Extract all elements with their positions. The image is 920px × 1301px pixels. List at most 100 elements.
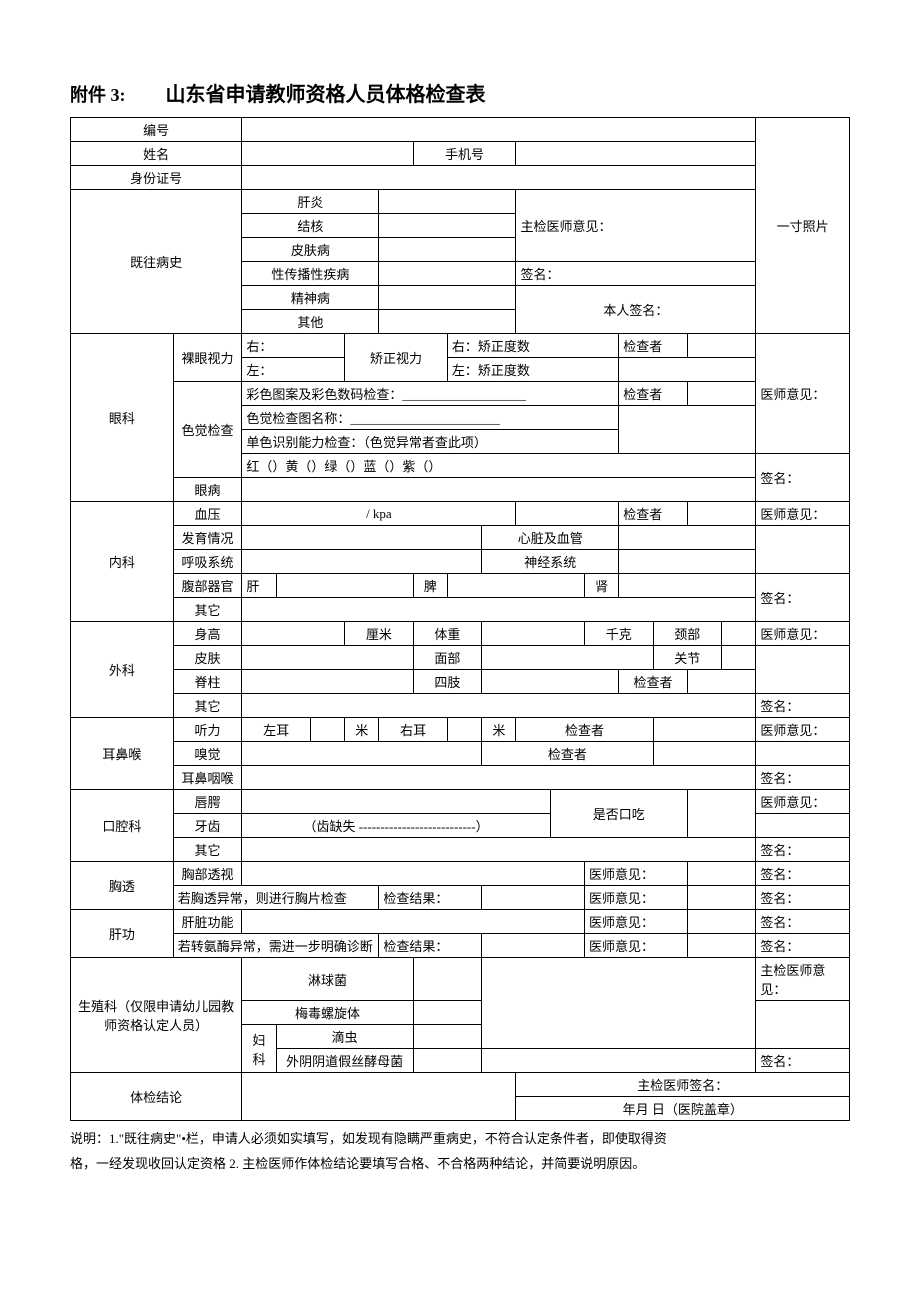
ent-smell: 嗅觉 (173, 742, 242, 766)
field-joint[interactable] (722, 646, 756, 670)
ent-sign: 签名： (756, 766, 850, 790)
hist-qita: 其他 (242, 310, 379, 334)
field-syph[interactable] (413, 1001, 482, 1025)
sur-joint: 关节 (653, 646, 722, 670)
field-spleen[interactable] (447, 574, 584, 598)
field-chest-op2[interactable] (687, 886, 756, 910)
field-jingshen[interactable] (379, 286, 516, 310)
field-kidney[interactable] (619, 574, 756, 598)
field-int-other[interactable] (242, 598, 756, 622)
field-lips[interactable] (242, 790, 550, 814)
field-id[interactable] (242, 166, 756, 190)
eye-colortest: 色觉检查 (173, 382, 242, 478)
sur-skin: 皮肤 (173, 646, 242, 670)
ent-hearing: 听力 (173, 718, 242, 742)
eye-opinion: 医师意见： (756, 334, 850, 454)
label-id: 身份证号 (71, 166, 242, 190)
field-ganyan[interactable] (379, 190, 516, 214)
field-smell[interactable] (242, 742, 482, 766)
field-eye-blank[interactable] (619, 406, 756, 454)
field-chest-result[interactable] (482, 886, 585, 910)
field-dev[interactable] (242, 526, 482, 550)
liver-abn: 若转氨酶异常，需进一步明确诊断 (173, 934, 379, 958)
dept-eye: 眼科 (71, 334, 174, 502)
int-resp: 呼吸系统 (173, 550, 242, 574)
hist-xing: 性传播性疾病 (242, 262, 379, 286)
field-liver-op1[interactable] (687, 910, 756, 934)
field-xing[interactable] (379, 262, 516, 286)
field-liverfunc[interactable] (242, 910, 585, 934)
hist-jingshen: 精神病 (242, 286, 379, 310)
field-conclusion[interactable] (242, 1073, 516, 1121)
sur-other: 其它 (173, 694, 242, 718)
hist-jiehe: 结核 (242, 214, 379, 238)
field-repro-op[interactable] (756, 1001, 850, 1049)
field-hist-qita[interactable] (379, 310, 516, 334)
field-liver-result[interactable] (482, 934, 585, 958)
oral-tooth-loss: （齿缺失 ---------------------------） (242, 814, 550, 838)
field-eye-disease[interactable] (242, 478, 756, 502)
eye-c4: 红（）黄（）绿（）蓝（）紫（） (242, 454, 756, 478)
dept-surgery: 外科 (71, 622, 174, 718)
field-name[interactable] (242, 142, 413, 166)
field-eye-ldeg[interactable] (619, 358, 756, 382)
field-spine[interactable] (242, 670, 413, 694)
field-rear[interactable] (447, 718, 481, 742)
field-limbs[interactable] (482, 670, 619, 694)
field-bp[interactable] (516, 502, 619, 526)
sur-face: 面部 (413, 646, 482, 670)
liver-result: 检查结果： (379, 934, 482, 958)
int-bp: 血压 (173, 502, 242, 526)
field-liver-op2[interactable] (687, 934, 756, 958)
sur-cm: 厘米 (345, 622, 414, 646)
field-xray[interactable] (242, 862, 585, 886)
field-face[interactable] (482, 646, 653, 670)
field-repro-blank[interactable] (482, 958, 756, 1049)
field-liver[interactable] (276, 574, 413, 598)
field-int-checker[interactable] (687, 502, 756, 526)
field-throat[interactable] (242, 766, 756, 790)
field-sur-other[interactable] (242, 694, 756, 718)
field-phone[interactable] (516, 142, 756, 166)
ent-throat: 耳鼻咽喉 (173, 766, 242, 790)
field-chest-op1[interactable] (687, 862, 756, 886)
field-ent-checker1[interactable] (653, 718, 756, 742)
field-no[interactable] (242, 118, 756, 142)
field-sur-checker[interactable] (687, 670, 756, 694)
field-weight[interactable] (482, 622, 585, 646)
field-eye-checker1[interactable] (687, 334, 756, 358)
eye-naked: 裸眼视力 (173, 334, 242, 382)
eye-c3: 单色识别能力检查：（色觉异常者查此项） (242, 430, 619, 454)
field-jiehe[interactable] (379, 214, 516, 238)
field-repro-blank2[interactable] (482, 1049, 756, 1073)
field-height[interactable] (242, 622, 345, 646)
field-cand[interactable] (413, 1049, 482, 1073)
field-stutter[interactable] (687, 790, 756, 838)
field-gono[interactable] (413, 958, 482, 1001)
sur-opinion: 医师意见： (756, 622, 850, 646)
field-ent-checker2[interactable] (653, 742, 756, 766)
liver-sign1: 签名： (756, 910, 850, 934)
sur-height: 身高 (173, 622, 242, 646)
field-heart[interactable] (619, 526, 756, 550)
field-neck[interactable] (722, 622, 756, 646)
conclusion-chief-sign: 主检医师签名： (516, 1073, 850, 1097)
field-resp[interactable] (242, 550, 482, 574)
field-oral-other[interactable] (242, 838, 756, 862)
chief-sign: 签名： (516, 262, 756, 286)
field-oral-op[interactable] (756, 814, 850, 838)
note-line-2: 格，一经发现收回认定资格 2. 主检医师作体检结论要填写合格、不合格两种结论，并… (70, 1152, 850, 1177)
field-int-op[interactable] (756, 526, 850, 574)
field-sur-op[interactable] (756, 646, 850, 694)
page-title: 山东省申请教师资格人员体格检查表 (166, 78, 486, 107)
field-ent-op[interactable] (756, 742, 850, 766)
field-pifu[interactable] (379, 238, 516, 262)
int-sign: 签名： (756, 574, 850, 622)
field-nerve[interactable] (619, 550, 756, 574)
liver-op1: 医师意见： (584, 910, 687, 934)
field-lear[interactable] (310, 718, 344, 742)
field-eye-checker2[interactable] (687, 382, 756, 406)
sur-neck: 颈部 (653, 622, 722, 646)
field-skin[interactable] (242, 646, 413, 670)
field-trich[interactable] (413, 1025, 482, 1049)
